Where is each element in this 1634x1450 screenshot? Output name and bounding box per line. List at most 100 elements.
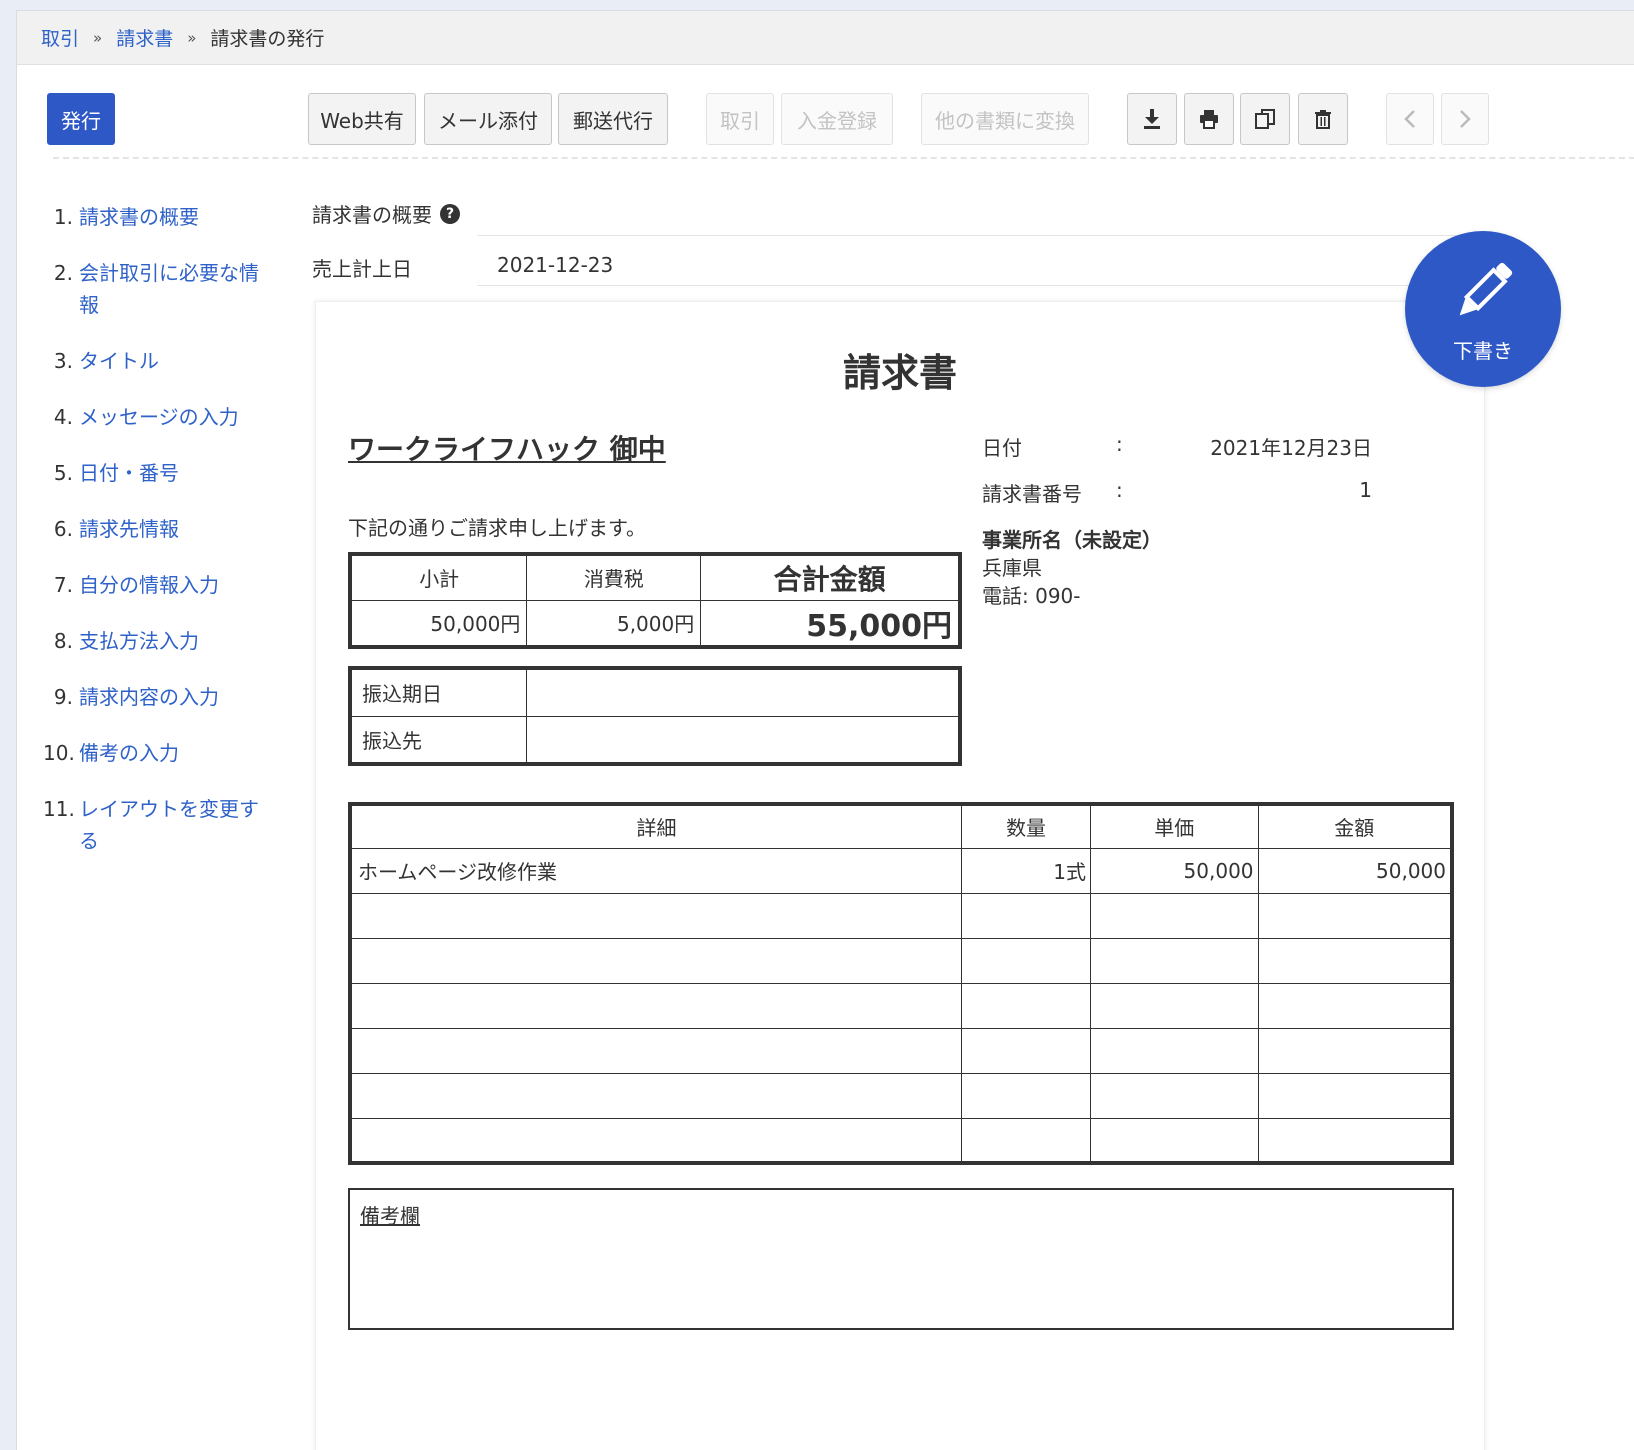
item-detail[interactable] bbox=[349, 892, 963, 939]
intro-message[interactable]: 下記の通りご請求申し上げます。 bbox=[348, 512, 646, 541]
nav-number: 2. bbox=[53, 261, 73, 285]
download-button[interactable] bbox=[1127, 93, 1177, 145]
postal-service-button[interactable]: 郵送代行 bbox=[558, 93, 668, 145]
item-amount[interactable] bbox=[1257, 1072, 1453, 1119]
breadcrumb-link-invoices[interactable]: 請求書 bbox=[116, 24, 173, 51]
nav-label[interactable]: 会計取引に必要な情報 bbox=[79, 257, 273, 321]
issuer-phone: 電話: 090- bbox=[982, 584, 1081, 608]
payment-register-button[interactable]: 入金登録 bbox=[781, 93, 893, 145]
item-qty[interactable] bbox=[961, 1117, 1092, 1164]
item-amount[interactable] bbox=[1257, 1027, 1453, 1074]
number-row[interactable]: 請求書番号 : 1 bbox=[982, 478, 1382, 524]
item-amount[interactable] bbox=[1257, 892, 1453, 939]
nav-label[interactable]: 自分の情報入力 bbox=[79, 569, 273, 601]
nav-item-remarks[interactable]: 10. 備考の入力 bbox=[43, 737, 273, 769]
item-qty[interactable] bbox=[961, 982, 1092, 1029]
remarks-box[interactable]: 備考欄 bbox=[348, 1188, 1454, 1330]
table-row[interactable]: ホームページ改修作業 1式 50,000 50,000 bbox=[349, 847, 1453, 894]
nav-item-message[interactable]: 4. メッセージの入力 bbox=[43, 401, 273, 433]
draft-button[interactable]: 下書き bbox=[1405, 231, 1561, 387]
nav-label[interactable]: 請求先情報 bbox=[79, 513, 273, 545]
invoice-preview[interactable]: 請求書 ワークライフハック 御中 下記の通りご請求申し上げます。 日付 : 20… bbox=[315, 301, 1485, 1450]
nav-item-date-number[interactable]: 5. 日付・番号 bbox=[43, 457, 273, 489]
section-nav: 1. 請求書の概要 2. 会計取引に必要な情報 3. タイトル 4. メッセージの入力 … bbox=[43, 201, 273, 881]
item-qty[interactable] bbox=[961, 937, 1092, 984]
item-unit-price[interactable] bbox=[1090, 892, 1259, 939]
issuer-info[interactable]: 事業所名（未設定） 兵庫県 電話: 090- bbox=[982, 526, 1162, 610]
total-value: 55,000円 bbox=[700, 599, 961, 647]
client-name[interactable]: ワークライフハック 御中 bbox=[348, 428, 666, 468]
breadcrumb-current: 請求書の発行 bbox=[210, 28, 325, 50]
item-detail[interactable] bbox=[349, 1027, 963, 1074]
deal-button[interactable]: 取引 bbox=[706, 93, 774, 145]
item-qty[interactable] bbox=[961, 892, 1092, 939]
item-detail[interactable] bbox=[349, 982, 963, 1029]
prev-button[interactable] bbox=[1386, 93, 1434, 145]
account-value[interactable] bbox=[526, 715, 961, 765]
item-amount[interactable] bbox=[1257, 982, 1453, 1029]
due-date-value[interactable] bbox=[526, 667, 961, 717]
nav-item-own-info[interactable]: 7. 自分の情報入力 bbox=[43, 569, 273, 601]
nav-label[interactable]: タイトル bbox=[79, 345, 273, 377]
nav-label[interactable]: 請求内容の入力 bbox=[79, 681, 273, 713]
next-button[interactable] bbox=[1441, 93, 1489, 145]
item-qty[interactable] bbox=[961, 1027, 1092, 1074]
item-unit-price[interactable] bbox=[1090, 1072, 1259, 1119]
item-detail[interactable] bbox=[349, 1072, 963, 1119]
date-row[interactable]: 日付 : 2021年12月23日 bbox=[982, 432, 1382, 478]
table-row[interactable] bbox=[349, 982, 1453, 1029]
item-unit-price[interactable] bbox=[1090, 982, 1259, 1029]
breadcrumb-link-deals[interactable]: 取引 bbox=[41, 24, 79, 51]
item-amount[interactable]: 50,000 bbox=[1257, 847, 1453, 894]
table-row[interactable] bbox=[349, 1072, 1453, 1119]
nav-item-title[interactable]: 3. タイトル bbox=[43, 345, 273, 377]
item-detail[interactable]: ホームページ改修作業 bbox=[349, 847, 963, 894]
nav-item-layout[interactable]: 11. レイアウトを変更する bbox=[43, 793, 273, 857]
item-unit-price[interactable] bbox=[1090, 937, 1259, 984]
nav-item-overview[interactable]: 1. 請求書の概要 bbox=[43, 201, 273, 233]
table-row[interactable] bbox=[349, 1117, 1453, 1164]
item-detail[interactable] bbox=[349, 1117, 963, 1164]
nav-label[interactable]: 備考の入力 bbox=[79, 737, 273, 769]
item-unit-price[interactable] bbox=[1090, 1027, 1259, 1074]
mail-attach-button[interactable]: メール添付 bbox=[424, 93, 552, 145]
table-row[interactable] bbox=[349, 1027, 1453, 1074]
copy-icon bbox=[1255, 109, 1275, 129]
nav-item-billing-items[interactable]: 9. 請求内容の入力 bbox=[43, 681, 273, 713]
copy-button[interactable] bbox=[1240, 93, 1290, 145]
print-button[interactable] bbox=[1184, 93, 1234, 145]
item-unit-price[interactable] bbox=[1090, 1117, 1259, 1164]
table-row[interactable] bbox=[349, 892, 1453, 939]
items-table[interactable]: 詳細 数量 単価 金額 ホームページ改修作業 1式 50,000 50,000 bbox=[348, 802, 1454, 1165]
nav-number: 6. bbox=[53, 517, 73, 541]
nav-number: 8. bbox=[53, 629, 73, 653]
item-detail[interactable] bbox=[349, 937, 963, 984]
nav-label[interactable]: 日付・番号 bbox=[79, 457, 273, 489]
remarks-label: 備考欄 bbox=[360, 1204, 420, 1228]
item-qty[interactable] bbox=[961, 1072, 1092, 1119]
issuer-prefecture: 兵庫県 bbox=[982, 556, 1042, 580]
item-qty[interactable]: 1式 bbox=[961, 847, 1092, 894]
convert-document-button[interactable]: 他の書類に変換 bbox=[921, 93, 1089, 145]
nav-label[interactable]: メッセージの入力 bbox=[79, 401, 273, 433]
qty-header: 数量 bbox=[961, 803, 1092, 849]
web-share-button[interactable]: Web共有 bbox=[308, 93, 416, 145]
item-amount[interactable] bbox=[1257, 937, 1453, 984]
nav-number: 9. bbox=[53, 685, 73, 709]
table-row[interactable] bbox=[349, 937, 1453, 984]
nav-label[interactable]: 請求書の概要 bbox=[79, 201, 273, 233]
nav-label[interactable]: レイアウトを変更する bbox=[79, 793, 273, 857]
bank-table[interactable]: 振込期日 振込先 bbox=[348, 666, 962, 766]
nav-item-accounting-info[interactable]: 2. 会計取引に必要な情報 bbox=[43, 257, 273, 321]
nav-number: 4. bbox=[53, 405, 73, 429]
item-amount[interactable] bbox=[1257, 1117, 1453, 1164]
issue-button[interactable]: 発行 bbox=[47, 93, 115, 145]
invoice-title[interactable]: 請求書 bbox=[316, 342, 1484, 397]
item-unit-price[interactable]: 50,000 bbox=[1090, 847, 1259, 894]
delete-button[interactable] bbox=[1298, 93, 1348, 145]
nav-label[interactable]: 支払方法入力 bbox=[79, 625, 273, 657]
nav-item-payment-method[interactable]: 8. 支払方法入力 bbox=[43, 625, 273, 657]
help-icon[interactable]: ? bbox=[440, 203, 460, 224]
breadcrumb-separator: » bbox=[93, 28, 103, 47]
nav-item-client-info[interactable]: 6. 請求先情報 bbox=[43, 513, 273, 545]
